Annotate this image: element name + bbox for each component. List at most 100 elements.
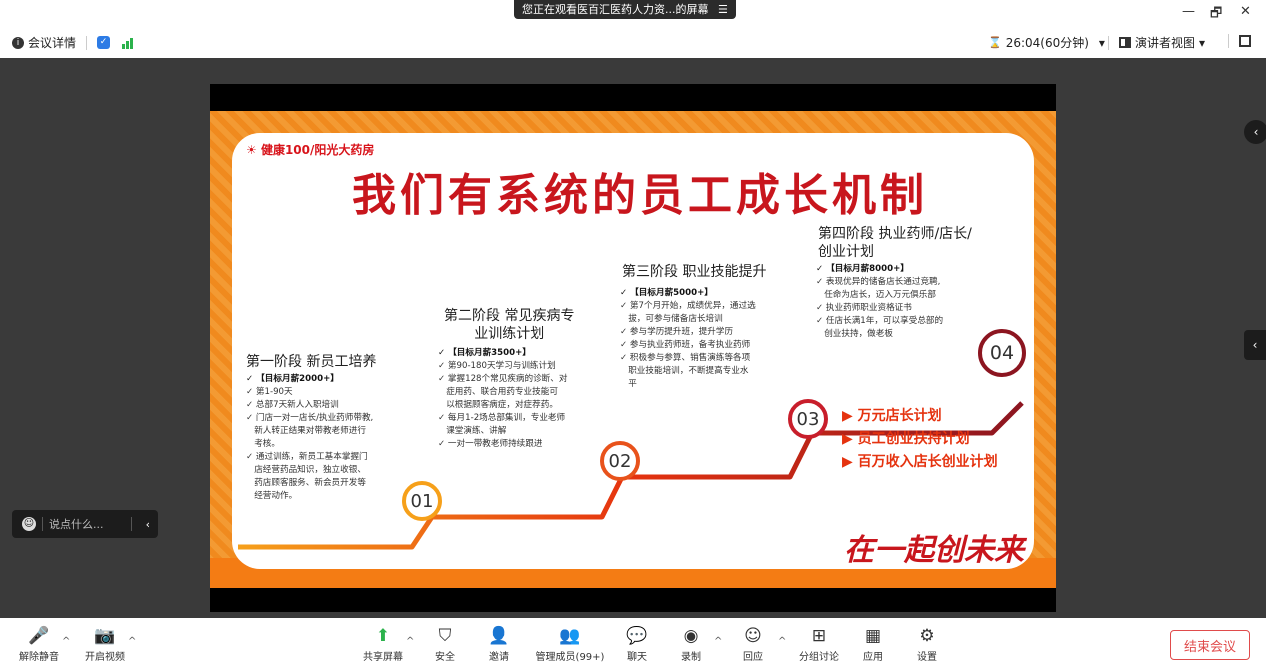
stage-4-bullet: ✓ 执业药师职业资格证书 (816, 303, 912, 313)
video-off-icon: 📷 (94, 626, 116, 646)
chevron-down-icon: ▾ (1199, 35, 1206, 50)
breakout-label: 分组讨论 (799, 652, 839, 663)
reaction-icon: ☺ (744, 626, 762, 646)
stage-3-bullet: ✓ 参与学历提升班，提升学历 (620, 327, 734, 337)
window-title-bar: 您正在观看医百汇医药人力资...的屏幕 ☰ — 🗗 ✕ (0, 0, 1266, 26)
hourglass-icon: ⌛ (988, 36, 1002, 49)
settings-button[interactable]: ⚙ 设置 (892, 624, 962, 663)
stage-1-bullet: 考核。 (246, 439, 280, 449)
record-label: 录制 (681, 652, 701, 663)
divider (86, 35, 88, 50)
emoji-icon[interactable]: ☺ (22, 517, 36, 531)
stage-1-title-line: 第一阶段 新员工培养 (246, 354, 377, 370)
slide-content-panel: ☀ 健康100/阳光大药房 我们有系统的员工成长机制 第一阶段 新员工培养 ✓ … (232, 133, 1034, 569)
minimize-icon[interactable]: — (1182, 4, 1195, 19)
stage-4-title-line: 创业计划 (818, 244, 874, 260)
layout-icon (1119, 37, 1131, 48)
stage-3-title: 第三阶段 职业技能提升 (622, 263, 766, 281)
invite-button[interactable]: 👤 邀请 (464, 624, 534, 663)
slide-slogan: 在一起创未来 (844, 533, 1024, 568)
career-plans: ▶ 万元店长计划 ▶ 员工创业扶持计划 ▶ 百万收入店长创业计划 (842, 405, 998, 474)
stage-4-bullet: 任命为店长，迈入万元俱乐部 (816, 290, 936, 300)
stage-1-title: 第一阶段 新员工培养 (246, 353, 376, 371)
stage-2-number: 02 (600, 441, 640, 481)
stage-2-bullet: 症用药、联合用药专业技能可 (438, 387, 558, 397)
chat-placeholder[interactable]: 说点什么... (49, 516, 125, 532)
fullscreen-button[interactable] (1228, 34, 1251, 48)
stage-4-title-line: 第四阶段 执业药师/店长/ (818, 226, 972, 242)
side-panel-toggle[interactable]: ‹ (1244, 120, 1266, 144)
shared-screen-view: ☀ 健康100/阳光大药房 我们有系统的员工成长机制 第一阶段 新员工培养 ✓ … (210, 84, 1056, 612)
stage-3-bullet: ✓ 【目标月薪5000+】 (620, 288, 713, 298)
start-video-label: 开启视频 (85, 652, 125, 663)
chevron-left-icon: ‹ (1253, 125, 1259, 139)
view-mode-label: 演讲者视图 (1135, 36, 1196, 50)
signal-icon[interactable] (122, 37, 134, 49)
meeting-timer[interactable]: ⌛ 26:04(60分钟) ▾ (988, 34, 1105, 51)
stage-3-bullet: 拔，可参与储备店长培训 (620, 314, 723, 324)
info-icon: i (12, 36, 24, 49)
apps-icon: ▦ (864, 626, 882, 646)
plan-item: ▶ 员工创业扶持计划 (842, 431, 970, 447)
chat-input-box[interactable]: ☺ 说点什么... ‹ (12, 510, 158, 538)
apps-label: 应用 (863, 652, 883, 663)
security-label: 安全 (435, 652, 455, 663)
stage-3-title-line: 第三阶段 职业技能提升 (622, 264, 767, 280)
fullscreen-icon (1239, 35, 1251, 47)
breakout-icon: ⊞ (811, 626, 827, 646)
stage-3-bullet: 职业技能培训，不断提高专业水 (620, 366, 749, 376)
stage-1-number: 01 (402, 481, 442, 521)
stage-4-bullet: 创业扶持，做老板 (816, 329, 893, 339)
view-mode-dropdown[interactable]: 演讲者视图 ▾ (1108, 34, 1205, 51)
stage-2-bullet: 课堂演练、讲解 (438, 426, 507, 436)
stage-3-bullet: 平 (620, 379, 637, 389)
plan-item: ▶ 百万收入店长创业计划 (842, 454, 998, 470)
meeting-info-bar: i 会议详情 ✓ ⌛ 26:04(60分钟) ▾ 演讲者视图 ▾ (0, 26, 1266, 58)
shared-screen-stage: ☀ 健康100/阳光大药房 我们有系统的员工成长机制 第一阶段 新员工培养 ✓ … (0, 58, 1266, 618)
stage-1-bullet: 药店顾客服务、新会员开发等 (246, 478, 366, 488)
share-screen-label: 共享屏幕 (363, 652, 403, 663)
stage-2-bullets: ✓ 【目标月薪3500+】 ✓ 第90-180天学习与训练计划 ✓ 掌握128个… (438, 347, 567, 451)
stage-2-bullet: ✓ 掌握128个常见疾病的诊断、对 (438, 374, 568, 384)
restore-icon[interactable]: 🗗 (1210, 4, 1222, 26)
stage-4-bullets: ✓ 【目标月薪8000+】 ✓ 表现优异的储备店长通过竞聘, 任命为店长，迈入万… (816, 263, 943, 341)
banner-menu-icon[interactable]: ☰ (718, 3, 728, 16)
chat-label: 聊天 (627, 652, 647, 663)
divider (1108, 35, 1109, 50)
close-icon[interactable]: ✕ (1240, 4, 1251, 19)
stage-2-title: 第二阶段 常见疾病专 业训练计划 (444, 307, 574, 343)
stage-3-number: 03 (788, 399, 828, 439)
stage-1-bullet: ✓ 【目标月薪2000+】 (246, 374, 339, 384)
meeting-details-button[interactable]: i 会议详情 ✓ (12, 34, 134, 51)
gear-icon: ⚙ (919, 626, 935, 646)
chat-icon: 💬 (626, 626, 648, 646)
sun-logo-icon: ☀ (246, 143, 257, 157)
share-banner[interactable]: 您正在观看医百汇医药人力资...的屏幕 ☰ (514, 0, 736, 19)
end-meeting-button[interactable]: 结束会议 (1170, 630, 1250, 660)
stage-2-title-line: 第二阶段 常见疾病专 (444, 308, 575, 324)
stage-4-bullet: ✓ 【目标月薪8000+】 (816, 264, 909, 274)
chevron-down-icon: ▾ (1098, 35, 1105, 50)
invite-icon: 👤 (488, 626, 510, 646)
stage-1-bullet: 新人转正结果对带教老师进行 (246, 426, 366, 436)
stage-1-bullet: 店经营药品知识，独立收银、 (246, 465, 366, 475)
stage-2-bullet: ✓ 一对一带教老师持续跟进 (438, 439, 543, 449)
stage-4-bullet: ✓ 表现优异的储备店长通过竞聘, (816, 277, 941, 287)
divider (1228, 34, 1229, 48)
divider (130, 517, 132, 531)
settings-label: 设置 (917, 652, 937, 663)
timer-text: 26:04(60分钟) (1005, 36, 1089, 50)
collapse-chat-icon[interactable]: ‹ (138, 518, 158, 531)
manage-members-button[interactable]: 👥 管理成员(99+) (532, 624, 608, 663)
share-banner-text: 您正在观看医百汇医药人力资...的屏幕 (522, 3, 709, 16)
stage-4-bullet: ✓ 任店长满1年，可以享受总部的 (816, 316, 944, 326)
shield-icon: ⛉ (438, 626, 452, 646)
shield-check-icon[interactable]: ✓ (97, 36, 111, 49)
stage-1-bullet: ✓ 总部7天新人入职培训 (246, 400, 339, 410)
video-panel-toggle[interactable]: ‹ (1244, 330, 1266, 360)
stage-1-bullets: ✓ 【目标月薪2000+】 ✓ 第1-90天 ✓ 总部7天新人入职培训 ✓ 门店… (246, 373, 373, 503)
caret-up-icon[interactable]: ^ (128, 636, 136, 647)
brand-logo: ☀ 健康100/阳光大药房 (246, 141, 374, 158)
brand-name: 健康100/阳光大药房 (260, 143, 375, 157)
stage-3-bullet: ✓ 参与执业药师班，备考执业药师 (620, 340, 751, 350)
